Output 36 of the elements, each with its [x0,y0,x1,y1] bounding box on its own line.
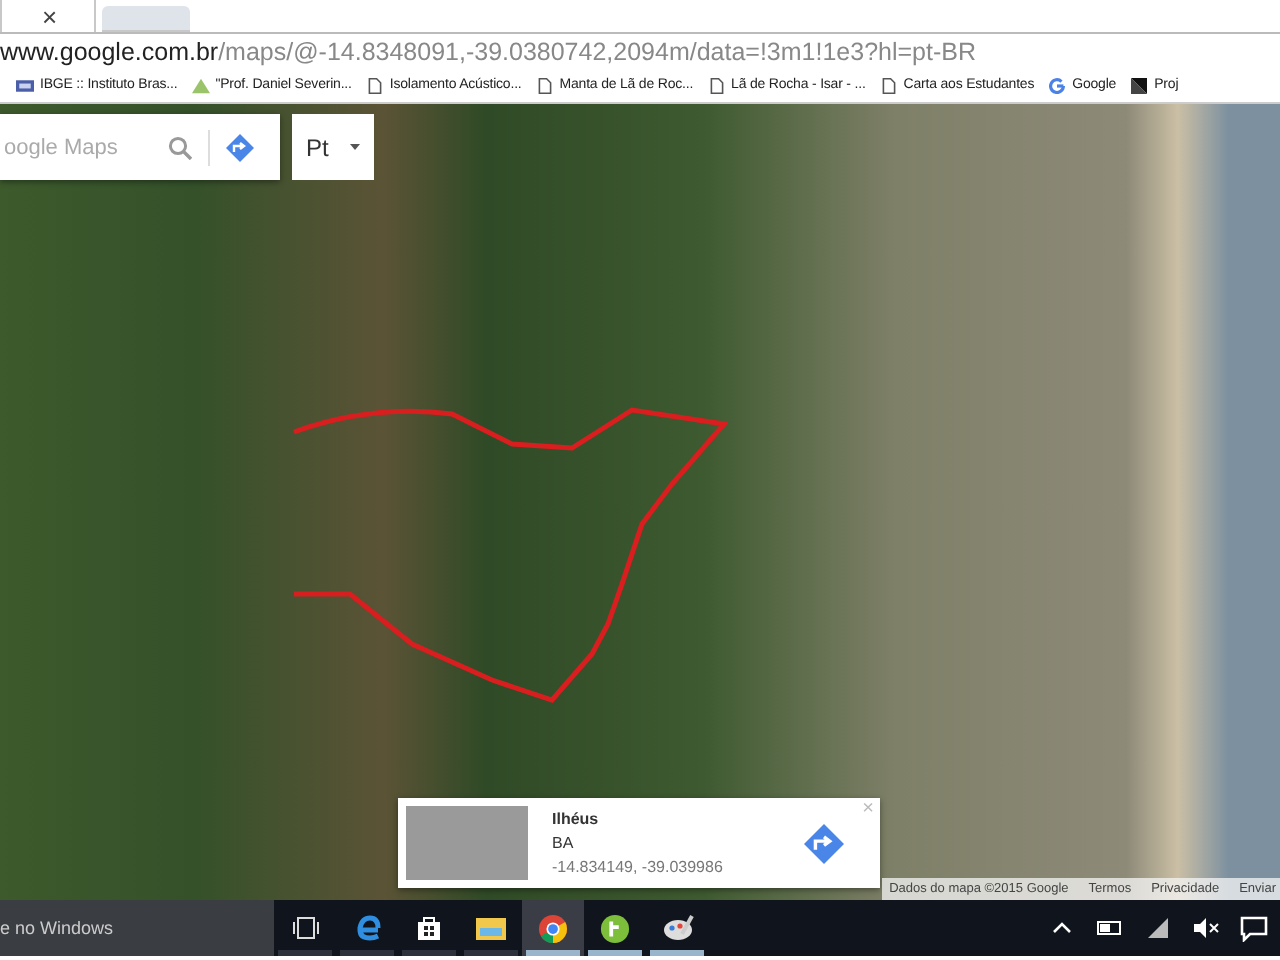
close-icon[interactable]: × [42,1,58,31]
place-subtitle: BA [552,834,576,852]
google-icon [1048,77,1067,93]
page-icon [365,77,384,93]
search-icon[interactable] [168,135,192,159]
browser-e-icon [353,914,381,942]
round-logo-icon [600,913,630,943]
language-dropdown[interactable]: Pt [292,114,374,180]
shopping-bag-icon [416,914,442,942]
satellite-map-photo[interactable] [0,104,1280,900]
directions-icon[interactable] [226,133,254,161]
place-title: Ilhéus [552,810,601,828]
signal-icon[interactable] [1144,914,1172,942]
place-coordinates: -14.834149, -39.039986 [552,858,725,876]
taskbar-app-button[interactable] [522,900,584,956]
photo-placeholder [406,806,528,880]
search-box[interactable]: oogle Maps [0,114,280,180]
search-field[interactable]: oogle Maps [0,133,168,161]
favicon-icon [1130,77,1149,93]
search-text: e no Windows [0,918,114,938]
address-bar[interactable]: www.google.com.br/maps/@-14.8348091,-39.0380742,2094m/data=!3m1!1e3?hl=pt-BR [0,32,1280,68]
caret-icon [350,144,360,150]
folder-icon [476,916,506,940]
task-view-icon [291,916,319,940]
site-icon [16,77,34,93]
page-icon [535,77,554,93]
chrome-icon [538,913,568,943]
search-field[interactable]: e no Windows [0,900,274,956]
page-icon [707,77,726,93]
speaker-muted-icon[interactable] [1192,914,1220,942]
leaf-icon [191,77,210,93]
notifications-icon[interactable] [1240,914,1268,942]
page-icon [879,77,898,93]
palette-icon [661,914,693,942]
browser-tab[interactable]: × [0,0,96,32]
directions-icon[interactable] [804,823,844,863]
